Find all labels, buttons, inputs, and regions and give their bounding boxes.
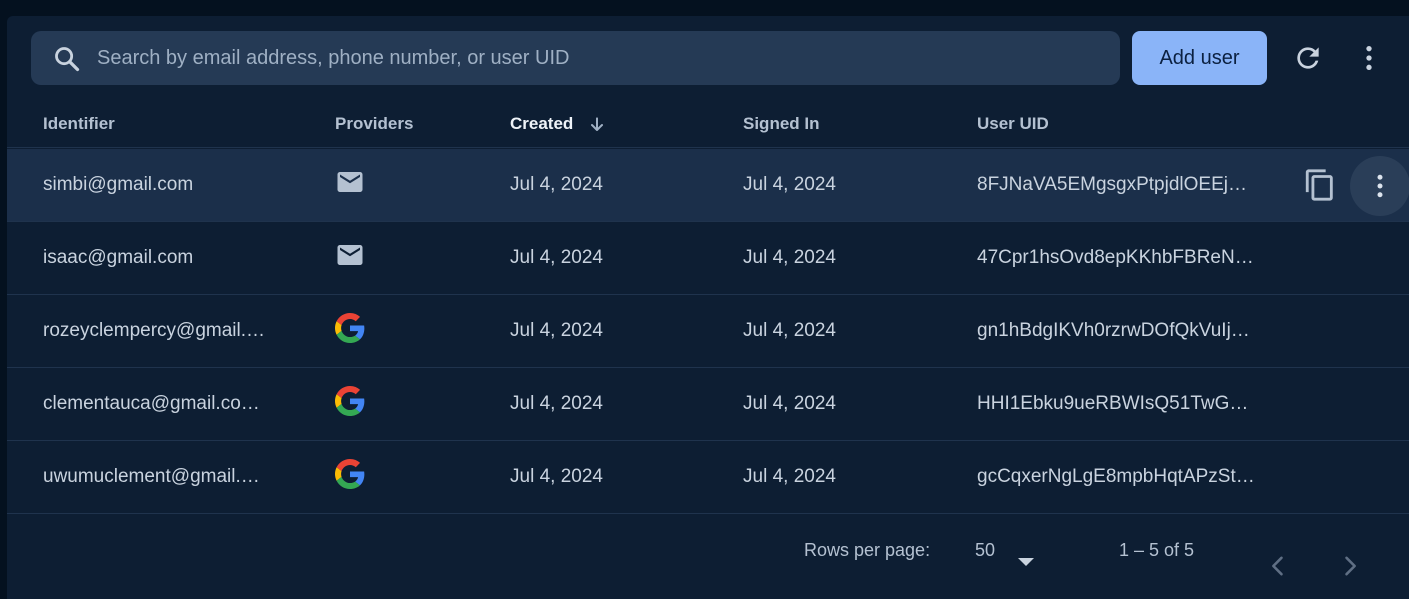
google-icon [335, 459, 365, 489]
identifier-cell: clementauca@gmail.co… [43, 393, 260, 414]
signed-in-cell: Jul 4, 2024 [743, 393, 836, 414]
row-more-button[interactable] [1350, 156, 1409, 216]
rows-per-page-label: Rows per page: [804, 540, 931, 560]
created-cell: Jul 4, 2024 [510, 320, 603, 341]
copy-icon[interactable] [1303, 167, 1337, 203]
search-input[interactable] [97, 31, 1097, 85]
more-vert-icon[interactable] [1353, 42, 1385, 74]
column-header-created[interactable]: Created [510, 102, 573, 148]
column-header-identifier[interactable]: Identifier [43, 102, 115, 148]
page-range: 1 – 5 of 5 [1119, 540, 1195, 560]
user-uid-cell: gn1hBdgIKVh0rzrwDOfQkVuIj… [977, 320, 1250, 341]
created-cell: Jul 4, 2024 [510, 393, 603, 414]
table-header: Identifier Providers Created Signed In U… [7, 102, 1409, 148]
user-uid-cell: 8FJNaVA5EMgsgxPtpjdlOEEjQ… [977, 174, 1255, 195]
refresh-icon[interactable] [1292, 42, 1324, 74]
identifier-cell: simbi@gmail.com [43, 174, 194, 195]
search-bar[interactable] [31, 31, 1120, 85]
signed-in-cell: Jul 4, 2024 [743, 466, 836, 487]
table-row[interactable]: rozeyclempercy@gmail.… Jul 4, 2024 Jul 4… [7, 295, 1409, 368]
table-row[interactable]: isaac@gmail.com Jul 4, 2024 Jul 4, 2024 … [7, 222, 1409, 295]
identifier-cell: isaac@gmail.com [43, 247, 194, 268]
created-cell: Jul 4, 2024 [510, 174, 603, 195]
identifier-cell: uwumuclement@gmail.… [43, 466, 260, 487]
table-row[interactable]: simbi@gmail.com Jul 4, 2024 Jul 4, 2024 … [7, 149, 1409, 222]
more-vert-icon [1377, 174, 1383, 198]
add-user-button[interactable]: Add user [1132, 31, 1267, 85]
table-row[interactable]: clementauca@gmail.co… Jul 4, 2024 Jul 4,… [7, 368, 1409, 441]
signed-in-cell: Jul 4, 2024 [743, 174, 836, 195]
email-icon [337, 172, 363, 192]
user-uid-cell: 47Cpr1hsOvd8epKKhbFBReN… [977, 247, 1254, 268]
chevron-left-icon[interactable] [1264, 552, 1292, 580]
column-header-providers[interactable]: Providers [335, 102, 413, 148]
google-icon [335, 386, 365, 416]
rows-per-page-select[interactable]: 50 [975, 540, 995, 561]
user-uid-cell: HHI1Ebku9ueRBWIsQ51TwG8… [977, 393, 1255, 414]
arrow-down-icon[interactable] [587, 115, 607, 135]
column-header-signed-in[interactable]: Signed In [743, 102, 820, 148]
column-header-user-uid[interactable]: User UID [977, 102, 1049, 148]
users-panel: Add user Identifier Providers Created Si… [7, 16, 1409, 599]
google-icon [335, 313, 365, 343]
search-icon [55, 47, 80, 72]
email-icon [337, 245, 363, 265]
user-uid-cell: gcCqxerNgLgE8mpbHqtAPzSt… [977, 466, 1255, 487]
signed-in-cell: Jul 4, 2024 [743, 320, 836, 341]
created-cell: Jul 4, 2024 [510, 247, 603, 268]
chevron-down-icon[interactable] [1018, 558, 1034, 566]
created-cell: Jul 4, 2024 [510, 466, 603, 487]
identifier-cell: rozeyclempercy@gmail.… [43, 320, 265, 341]
signed-in-cell: Jul 4, 2024 [743, 247, 836, 268]
table-row[interactable]: uwumuclement@gmail.… Jul 4, 2024 Jul 4, … [7, 441, 1409, 514]
chevron-right-icon[interactable] [1336, 552, 1364, 580]
